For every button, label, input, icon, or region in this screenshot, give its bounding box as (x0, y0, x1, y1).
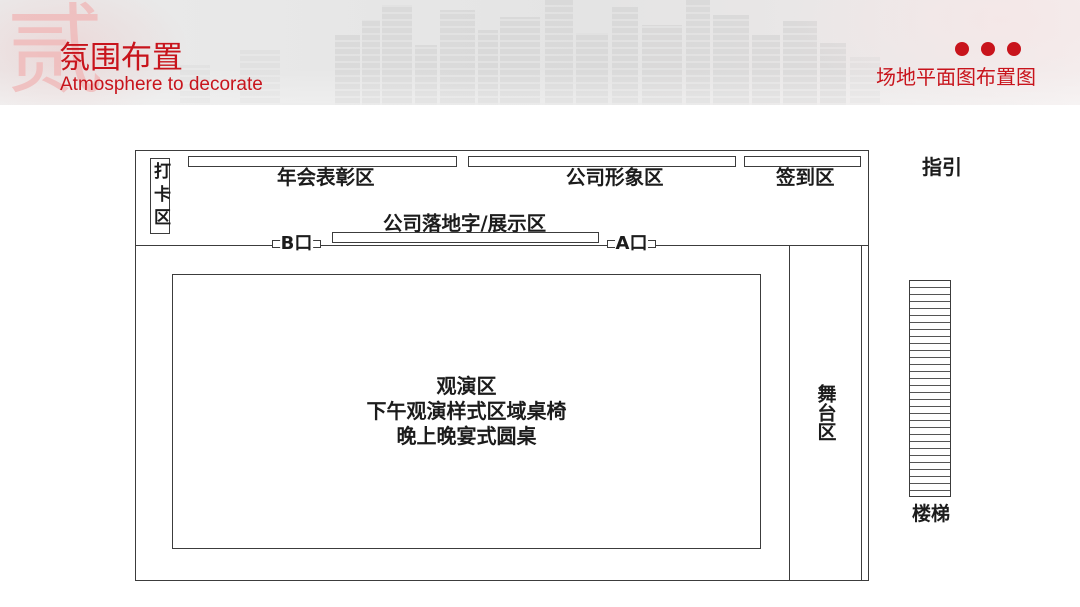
entrance-a-label: A口 (614, 233, 649, 254)
dot (1007, 42, 1021, 56)
guide-label: 指引 (922, 155, 962, 179)
floor-plan: 打卡区 年会表彰区 公司形象区 签到区 公司落地字/展示区 B口 A口 观演区 … (135, 150, 869, 581)
checkin-area-box: 打卡区 (150, 158, 170, 234)
checkin-area-label: 打卡区 (150, 161, 170, 231)
slide: 贰 氛围布置 Atmosphere to decorate 场地平面图布置图 打… (0, 0, 1080, 607)
entrance-a: A口 (607, 234, 656, 254)
stage-area-label: 舞台区 (814, 384, 837, 441)
stairs-label: 楼梯 (912, 503, 951, 525)
three-dots-icon (955, 42, 1021, 56)
company-image-area-label: 公司形象区 (566, 166, 664, 189)
dot (981, 42, 995, 56)
audience-area-afternoon-note: 下午观演样式区域桌椅 (366, 399, 567, 423)
logo-display-area-bar (332, 232, 599, 243)
sign-in-area-label: 签到区 (776, 166, 835, 189)
slide-title: 氛围布置 (59, 40, 183, 76)
zone-divider-line (136, 245, 868, 246)
dot (955, 42, 969, 56)
audience-area-title: 观演区 (436, 374, 497, 398)
entrance-b-label: B口 (279, 233, 314, 254)
stairs-icon (909, 280, 951, 497)
audience-area-evening-note: 晚上晚宴式圆桌 (396, 424, 537, 448)
award-area-label: 年会表彰区 (277, 166, 375, 189)
stage-area: 舞台区 (789, 245, 862, 580)
entrance-b: B口 (272, 234, 321, 254)
slide-subtitle: Atmosphere to decorate (60, 74, 263, 95)
slide-caption: 场地平面图布置图 (876, 65, 1036, 89)
audience-area: 观演区 下午观演样式区域桌椅 晚上晚宴式圆桌 (172, 274, 761, 549)
